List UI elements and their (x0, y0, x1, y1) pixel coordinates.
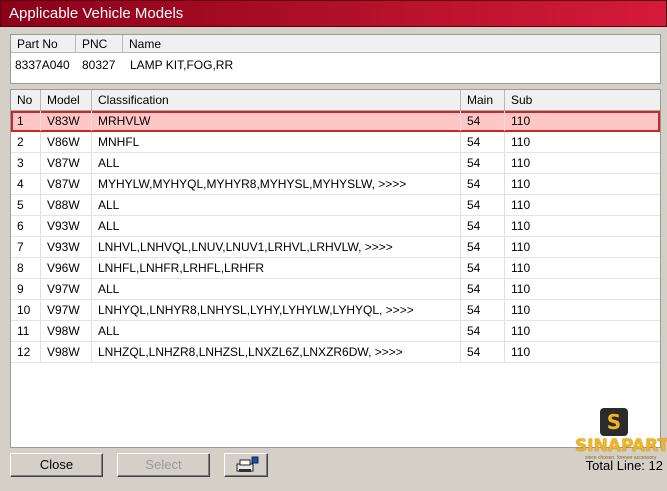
cell-main: 54 (461, 195, 505, 215)
cell-classification: MNHFL (92, 132, 461, 152)
cell-classification: ALL (92, 195, 461, 215)
cell-main: 54 (461, 300, 505, 320)
cell-model: V93W (41, 237, 92, 257)
cell-sub: 110 (511, 135, 531, 149)
cell-no: 7 (11, 237, 41, 257)
table-row[interactable]: 6 V93W ALL 54 110 (11, 216, 660, 237)
cell-classification: ALL (92, 279, 461, 299)
table-row[interactable]: 3 V87W ALL 54 110 (11, 153, 660, 174)
cell-no: 6 (11, 216, 41, 236)
cell-model: V98W (41, 321, 92, 341)
column-header-no[interactable]: No (11, 90, 41, 110)
cell-sub: 110 (511, 156, 531, 170)
column-header-classification[interactable]: Classification (92, 90, 461, 110)
cell-sub: 110 (511, 198, 531, 212)
cell-no: 5 (11, 195, 41, 215)
table-row[interactable]: 8 V96W LNHFL,LNHFR,LRHFL,LRHFR 54 110 (11, 258, 660, 279)
sinaparts-watermark-tagline: since chosen. forever accessory (585, 455, 657, 461)
cell-main: 54 (461, 342, 505, 362)
cell-sub: 110 (511, 177, 531, 191)
cell-no: 11 (11, 321, 41, 341)
print-button[interactable] (224, 453, 268, 477)
cell-no: 3 (11, 153, 41, 173)
cell-main: 54 (461, 279, 505, 299)
cell-sub: 110 (511, 240, 531, 254)
cell-no: 9 (11, 279, 41, 299)
select-button[interactable]: Select (117, 453, 210, 477)
part-name-value: LAMP KIT,FOG,RR (130, 58, 234, 72)
cell-sub: 110 (511, 219, 531, 233)
part-info-table: Part No PNC Name 8337A040 80327 LAMP KIT… (10, 34, 661, 84)
cell-classification: LNHVL,LNHVQL,LNUV,LNUV1,LRHVL,LRHVLW, >>… (92, 237, 461, 257)
cell-no: 2 (11, 132, 41, 152)
table-row[interactable]: 12 V98W LNHZQL,LNHZR8,LNHZSL,LNXZL6Z,LNXZR… (11, 342, 660, 363)
part-no-value: 8337A040 (15, 58, 70, 72)
cell-sub: 110 (511, 303, 531, 317)
table-row[interactable]: 7 V93W LNHVL,LNHVQL,LNUV,LNUV1,LRHVL,LRHVL… (11, 237, 660, 258)
cell-model: V93W (41, 216, 92, 236)
cell-sub: 110 (511, 324, 531, 338)
cell-classification: LNHYQL,LNHYR8,LNHYSL,LYHY,LYHYLW,LYHYQL,… (92, 300, 461, 320)
cell-model: V98W (41, 342, 92, 362)
window-title: Applicable Vehicle Models (9, 5, 184, 22)
cell-main: 54 (461, 258, 505, 278)
cell-model: V87W (41, 174, 92, 194)
grid-header: No Model Classification Main Sub (11, 90, 660, 111)
cell-model: V87W (41, 153, 92, 173)
cell-main: 54 (461, 216, 505, 236)
cell-classification: MRHVLW (92, 111, 461, 131)
cell-main: 54 (461, 111, 505, 131)
column-header-sub[interactable]: Sub (505, 90, 660, 110)
cell-model: V83W (41, 111, 92, 131)
table-row-selected[interactable]: 1 V83W MRHVLW 54 110 (11, 111, 660, 132)
table-row[interactable]: 9 V97W ALL 54 110 (11, 279, 660, 300)
cell-sub: 110 (511, 282, 531, 296)
cell-classification: LNHFL,LNHFR,LRHFL,LRHFR (92, 258, 461, 278)
cell-main: 54 (461, 153, 505, 173)
name-header: Name (123, 35, 660, 53)
table-row[interactable]: 4 V87W MYHYLW,MYHYQL,MYHYR8,MYHYSL,MYHYSLW… (11, 174, 660, 195)
cell-no: 1 (11, 111, 41, 131)
cell-sub: 110 (511, 261, 531, 275)
cell-model: V97W (41, 300, 92, 320)
cell-model: V88W (41, 195, 92, 215)
cell-no: 10 (11, 300, 41, 320)
cell-no: 4 (11, 174, 41, 194)
table-row[interactable]: 2 V86W MNHFL 54 110 (11, 132, 660, 153)
table-row[interactable]: 5 V88W ALL 54 110 (11, 195, 660, 216)
cell-model: V96W (41, 258, 92, 278)
pnc-value: 80327 (82, 58, 116, 72)
cell-classification: ALL (92, 216, 461, 236)
cell-sub: 110 (511, 345, 531, 359)
window-title-bar[interactable]: Applicable Vehicle Models (0, 0, 667, 27)
cell-main: 54 (461, 132, 505, 152)
cell-main: 54 (461, 174, 505, 194)
column-header-model[interactable]: Model (41, 90, 92, 110)
part-no-header: Part No (11, 35, 76, 53)
cell-model: V97W (41, 279, 92, 299)
column-header-main[interactable]: Main (461, 90, 505, 110)
grid-rows: 1 V83W MRHVLW 54 110 2 V86W MNHFL 54 110 3 V87W ALL 5… (11, 111, 660, 363)
dialog-panel: Part No PNC Name 8337A040 80327 LAMP KIT… (0, 27, 667, 491)
cell-classification: ALL (92, 321, 461, 341)
cell-classification: LNHZQL,LNHZR8,LNHZSL,LNXZL6Z,LNXZR6DW, >… (92, 342, 461, 362)
cell-model: V86W (41, 132, 92, 152)
table-row[interactable]: 11 V98W ALL 54 110 (11, 321, 660, 342)
cell-main: 54 (461, 237, 505, 257)
table-row[interactable]: 10 V97W LNHYQL,LNHYR8,LNHYSL,LYHY,LYHYLW,L… (11, 300, 660, 321)
cell-sub: 110 (511, 114, 531, 128)
sinaparts-watermark-brand: SINAPARTS (575, 436, 667, 456)
printer-icon (236, 456, 259, 472)
cell-no: 12 (11, 342, 41, 362)
cell-no: 8 (11, 258, 41, 278)
cell-classification: MYHYLW,MYHYQL,MYHYR8,MYHYSL,MYHYSLW, >>>… (92, 174, 461, 194)
sinaparts-logo-icon: S (600, 408, 628, 436)
cell-main: 54 (461, 321, 505, 341)
close-button[interactable]: Close (10, 453, 103, 477)
pnc-header: PNC (76, 35, 123, 53)
cell-classification: ALL (92, 153, 461, 173)
vehicle-models-grid[interactable]: No Model Classification Main Sub 1 V83W MR… (10, 89, 661, 448)
